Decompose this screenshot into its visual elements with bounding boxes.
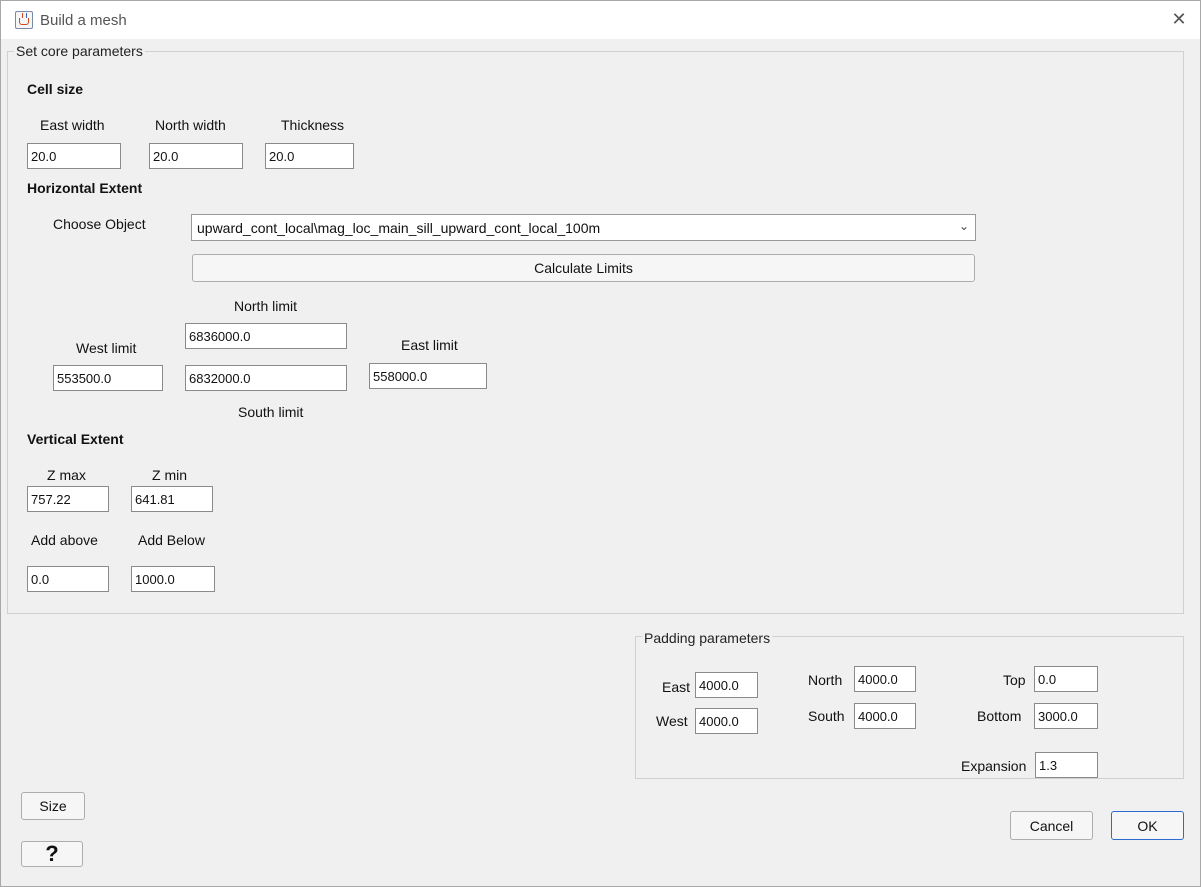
title-bar: Build a mesh ✕ [1, 1, 1200, 39]
cancel-button[interactable]: Cancel [1010, 811, 1093, 840]
zmin-field[interactable] [131, 486, 213, 512]
north-width-field[interactable] [149, 143, 243, 169]
east-width-label: East width [40, 117, 105, 133]
core-parameters-group [7, 51, 1184, 614]
object-select-value: upward_cont_local\mag_loc_main_sill_upwa… [197, 220, 601, 236]
window-title: Build a mesh [40, 12, 127, 29]
ok-button[interactable]: OK [1111, 811, 1184, 840]
cell-size-heading: Cell size [27, 81, 84, 97]
north-width-label: North width [155, 117, 226, 133]
vertical-extent-heading: Vertical Extent [27, 431, 124, 447]
padding-east-label: East [662, 679, 691, 695]
padding-expansion-label: Expansion [961, 758, 1027, 774]
object-select[interactable]: upward_cont_local\mag_loc_main_sill_upwa… [191, 214, 976, 241]
padding-bottom-field[interactable] [1034, 703, 1098, 729]
padding-north-label: North [808, 672, 843, 688]
east-width-field[interactable] [27, 143, 121, 169]
calculate-limits-button[interactable]: Calculate Limits [192, 254, 975, 282]
horizontal-extent-heading: Horizontal Extent [27, 180, 143, 196]
java-app-icon [15, 11, 33, 29]
choose-object-label: Choose Object [53, 216, 146, 232]
zmax-field[interactable] [27, 486, 109, 512]
thickness-field[interactable] [265, 143, 354, 169]
south-limit-label: South limit [238, 404, 304, 420]
padding-south-field[interactable] [854, 703, 916, 729]
chevron-down-icon[interactable]: ⌄ [959, 219, 969, 233]
padding-west-field[interactable] [695, 708, 758, 734]
core-parameters-title: Set core parameters [14, 43, 145, 59]
add-above-label: Add above [31, 532, 98, 548]
add-below-label: Add Below [138, 532, 205, 548]
west-limit-field[interactable] [53, 365, 163, 391]
padding-top-field[interactable] [1034, 666, 1098, 692]
padding-parameters-title: Padding parameters [642, 630, 773, 646]
padding-top-label: Top [1003, 672, 1026, 688]
thickness-label: Thickness [281, 117, 345, 133]
zmin-label: Z min [152, 467, 187, 483]
add-above-field[interactable] [27, 566, 109, 592]
padding-bottom-label: Bottom [977, 708, 1022, 724]
padding-expansion-field[interactable] [1035, 752, 1098, 778]
north-limit-label: North limit [234, 298, 298, 314]
east-limit-label: East limit [401, 337, 458, 353]
padding-south-label: South [808, 708, 845, 724]
dialog-window: Build a mesh ✕ Set core parameters Cell … [0, 0, 1201, 887]
padding-west-label: West [656, 713, 688, 729]
west-limit-label: West limit [76, 340, 137, 356]
size-button[interactable]: Size [21, 792, 85, 820]
zmax-label: Z max [47, 467, 86, 483]
east-limit-field[interactable] [369, 363, 487, 389]
south-limit-field[interactable] [185, 365, 347, 391]
close-icon[interactable]: ✕ [1166, 7, 1192, 33]
help-button[interactable]: ? [21, 841, 83, 867]
padding-north-field[interactable] [854, 666, 916, 692]
add-below-field[interactable] [131, 566, 215, 592]
north-limit-field[interactable] [185, 323, 347, 349]
padding-east-field[interactable] [695, 672, 758, 698]
